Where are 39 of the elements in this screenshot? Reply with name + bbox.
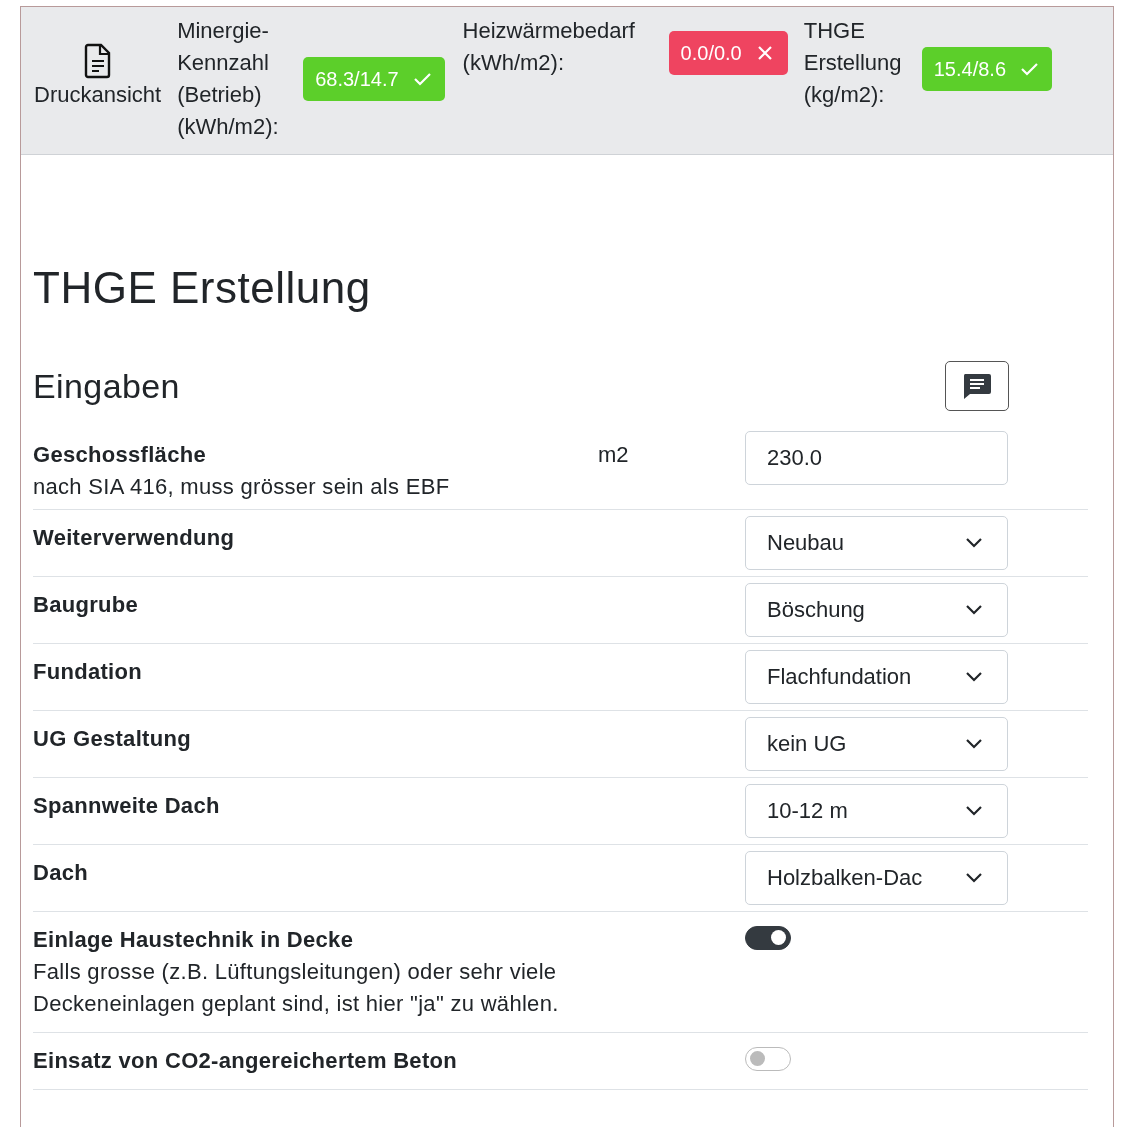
field-label: UG Gestaltung	[33, 725, 192, 753]
field-label: Geschossfläche	[33, 441, 207, 469]
status-badge: 68.3/14.7	[303, 57, 445, 101]
chevron-down-icon	[965, 537, 983, 549]
status-badge: 0.0/0.0	[668, 31, 788, 75]
field-label: Einlage Haustechnik in Decke	[33, 926, 355, 954]
toggle-switch[interactable]	[745, 1047, 791, 1071]
page-title: THGE Erstellung	[33, 262, 372, 314]
status-badge: 15.4/8.6	[921, 47, 1053, 91]
metric-label: THGE Erstellung (kg/m2):	[803, 17, 903, 109]
print-button[interactable]: Druckansicht	[34, 43, 162, 111]
field-hint: nach SIA 416, muss grösser sein als EBF	[33, 473, 451, 501]
metric-label: Minergie-Kennzahl (Betrieb) (kWh/m2):	[177, 17, 280, 141]
select-dropdown[interactable]: Böschung	[745, 583, 1008, 637]
unit-label: m2	[598, 442, 629, 467]
field-label: Fundation	[33, 658, 143, 686]
comment-button[interactable]	[945, 361, 1009, 411]
field-label: Baugrube	[33, 591, 140, 619]
document-icon	[83, 43, 112, 79]
chevron-down-icon	[965, 872, 983, 884]
number-input[interactable]: 230.0	[745, 431, 1008, 485]
field-label: Einsatz von CO2-angereichertem Beton	[33, 1047, 458, 1075]
metric-label: Heizwärmebedarf (kWh/m2):	[462, 17, 636, 77]
chevron-down-icon	[965, 738, 983, 750]
select-dropdown[interactable]: Neubau	[745, 516, 1008, 570]
comment-icon	[962, 372, 992, 400]
select-dropdown[interactable]: 10-12 m	[745, 784, 1008, 838]
chevron-down-icon	[965, 604, 983, 616]
section-heading: Eingaben	[33, 366, 180, 406]
toggle-switch[interactable]	[745, 926, 791, 950]
field-label: Spannweite Dach	[33, 792, 221, 820]
chevron-down-icon	[965, 805, 983, 817]
chevron-down-icon	[965, 671, 983, 683]
select-dropdown[interactable]: kein UG	[745, 717, 1008, 771]
field-label: Dach	[33, 859, 89, 887]
select-dropdown[interactable]: Holzbalken-Dac	[745, 851, 1008, 905]
field-label: Weiterverwendung	[33, 524, 236, 552]
field-hint: Falls grosse (z.B. Lüftungsleitungen) oder sehr viele Deckeneinlagen geplant sind, ist hier "ja" zu wählen.	[33, 958, 560, 1018]
select-dropdown[interactable]: Flachfundation	[745, 650, 1008, 704]
